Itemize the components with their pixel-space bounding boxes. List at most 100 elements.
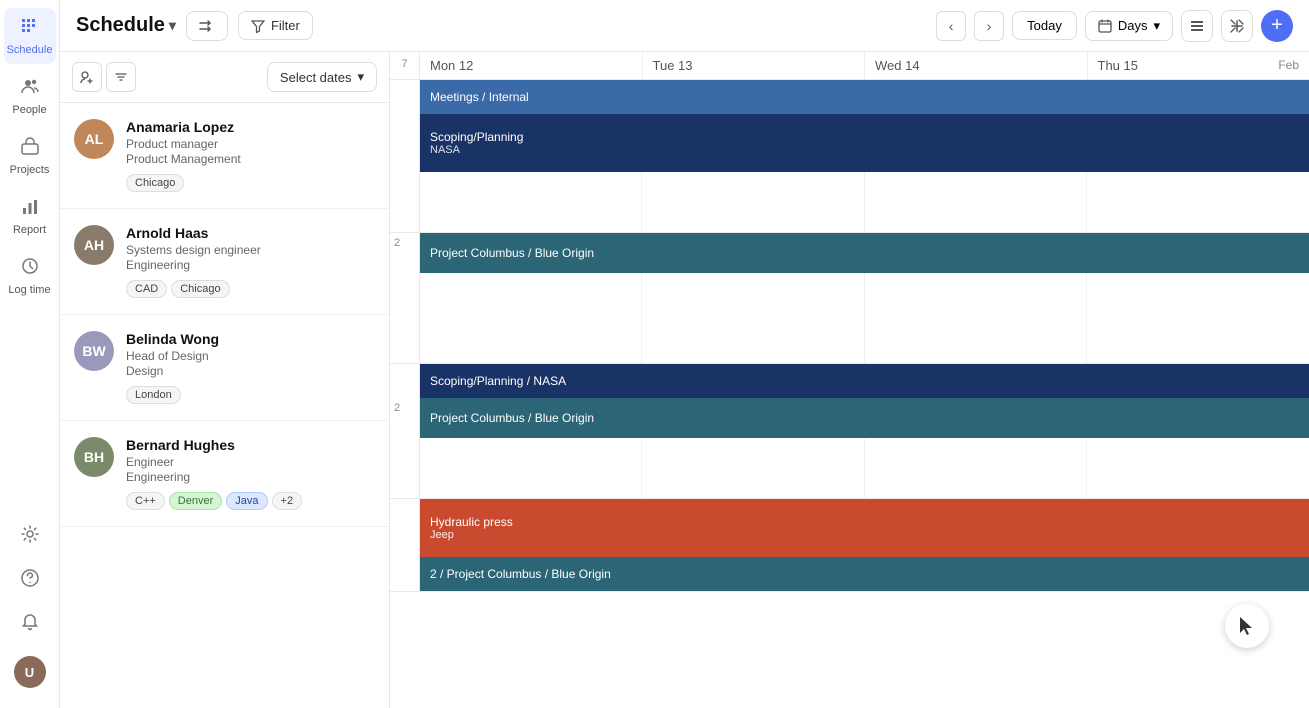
user-avatar-nav[interactable]: U bbox=[4, 648, 56, 696]
person-tags-anamaria: Chicago bbox=[126, 174, 375, 192]
tag-more-bernard: +2 bbox=[272, 492, 303, 510]
event-bar-columbus2[interactable]: Project Columbus / Blue Origin bbox=[420, 398, 1309, 438]
event-row-empty1 bbox=[390, 172, 1309, 232]
event-row-meetings: Meetings / Internal bbox=[390, 80, 1309, 114]
empty-cell bbox=[420, 273, 642, 363]
tag-chicago-arnold: Chicago bbox=[171, 280, 229, 298]
tag-denver-bernard: Denver bbox=[169, 492, 222, 510]
page-title: Schedule ▾ bbox=[76, 14, 176, 37]
event-bar-scoping[interactable]: Scoping/Planning NASA bbox=[420, 114, 1309, 172]
header-right: ‹ › Today Days ▾ bbox=[936, 10, 1293, 42]
days-chevron-icon: ▾ bbox=[1153, 18, 1160, 34]
sidebar-item-projects[interactable]: Projects bbox=[4, 128, 56, 184]
event-sub-jeep: Jeep bbox=[430, 529, 1299, 541]
event-row-columbus2: 2 Project Columbus / Blue Origin bbox=[390, 398, 1309, 438]
today-button[interactable]: Today bbox=[1012, 11, 1077, 40]
settings-btn[interactable] bbox=[4, 516, 56, 556]
filter-button[interactable]: Filter bbox=[238, 11, 313, 40]
event-bar-columbus1[interactable]: Project Columbus / Blue Origin bbox=[420, 233, 1309, 273]
shuffle-button[interactable] bbox=[186, 11, 228, 41]
people-list: AL Anamaria Lopez Product manager Produc… bbox=[60, 103, 389, 708]
sidebar-item-schedule[interactable]: Schedule bbox=[4, 8, 56, 64]
week-cell-spacer4 bbox=[390, 273, 420, 363]
event-label-columbus3: 2 / Project Columbus / Blue Origin bbox=[430, 567, 611, 581]
avatar-anamaria: AL bbox=[74, 119, 114, 159]
week-cell-spacer6 bbox=[390, 438, 420, 498]
event-label-columbus2: Project Columbus / Blue Origin bbox=[430, 411, 594, 425]
person-item-arnold[interactable]: AH Arnold Haas Systems design engineer E… bbox=[60, 209, 389, 315]
schedule-icon bbox=[20, 16, 40, 40]
event-bar-scoping2[interactable]: Scoping/Planning / NASA bbox=[420, 364, 1309, 398]
person-role-belinda: Head of Design bbox=[126, 349, 375, 363]
help-icon bbox=[20, 568, 40, 592]
help-btn[interactable] bbox=[4, 560, 56, 600]
feb-label: Feb bbox=[1278, 58, 1299, 73]
person-item-anamaria[interactable]: AL Anamaria Lopez Product manager Produc… bbox=[60, 103, 389, 209]
person-name-anamaria: Anamaria Lopez bbox=[126, 119, 375, 135]
next-button[interactable]: › bbox=[974, 11, 1004, 41]
empty-cell bbox=[642, 172, 864, 232]
filter-icon bbox=[251, 19, 265, 33]
expand-icon bbox=[1229, 18, 1245, 34]
person-item-bernard[interactable]: BH Bernard Hughes Engineer Engineering C… bbox=[60, 421, 389, 527]
sidebar-item-label-logtime: Log time bbox=[8, 284, 50, 296]
event-bar-hydraulic[interactable]: Hydraulic press Jeep bbox=[420, 499, 1309, 557]
add-button[interactable]: + bbox=[1261, 10, 1293, 42]
add-person-button[interactable] bbox=[72, 62, 102, 92]
person-dept-bernard: Engineering bbox=[126, 470, 375, 484]
event-bar-columbus3[interactable]: 2 / Project Columbus / Blue Origin bbox=[420, 557, 1309, 591]
avatar-bernard: BH bbox=[74, 437, 114, 477]
shuffle-icon bbox=[199, 18, 215, 34]
gear-icon bbox=[20, 524, 40, 548]
people-icon bbox=[20, 76, 40, 100]
schedule-row-belinda: Scoping/Planning / NASA 2 Project Columb… bbox=[390, 364, 1309, 499]
expand-button[interactable] bbox=[1221, 10, 1253, 42]
select-dates-button[interactable]: Select dates ▾ bbox=[267, 62, 377, 92]
sidebar-item-label-schedule: Schedule bbox=[7, 44, 53, 56]
logtime-icon bbox=[20, 256, 40, 280]
person-info-arnold: Arnold Haas Systems design engineer Engi… bbox=[126, 225, 375, 298]
week-header: 7 Mon 12 Tue 13 Wed 14 Thu 15 Feb bbox=[390, 52, 1309, 80]
notifications-btn[interactable] bbox=[4, 604, 56, 644]
event-bar-meetings[interactable]: Meetings / Internal bbox=[420, 80, 1309, 114]
schedule-row-bernard: Hydraulic press Jeep 2 / Project Columbu… bbox=[390, 499, 1309, 592]
person-name-bernard: Bernard Hughes bbox=[126, 437, 375, 453]
main-content: Schedule ▾ Filter ‹ › Today Days bbox=[60, 0, 1309, 708]
day-header-mon: Mon 12 bbox=[420, 52, 643, 79]
day-header-tue: Tue 13 bbox=[643, 52, 866, 79]
event-label-columbus1: Project Columbus / Blue Origin bbox=[430, 246, 594, 260]
people-actions bbox=[72, 62, 136, 92]
prev-button[interactable]: ‹ bbox=[936, 11, 966, 41]
person-info-bernard: Bernard Hughes Engineer Engineering C++ … bbox=[126, 437, 375, 510]
tag-cpp-bernard: C++ bbox=[126, 492, 165, 510]
empty-cell bbox=[865, 438, 1087, 498]
report-icon bbox=[20, 196, 40, 220]
person-role-arnold: Systems design engineer bbox=[126, 243, 375, 257]
person-info-belinda: Belinda Wong Head of Design Design Londo… bbox=[126, 331, 375, 404]
title-chevron-icon: ▾ bbox=[169, 17, 176, 34]
person-item-belinda[interactable]: BW Belinda Wong Head of Design Design Lo… bbox=[60, 315, 389, 421]
week-num-2b: 2 bbox=[390, 398, 420, 438]
schedule-row-anamaria: Meetings / Internal Scoping/Planning NAS… bbox=[390, 80, 1309, 233]
sidebar-item-label-people: People bbox=[12, 104, 46, 116]
schedule-grid: Meetings / Internal Scoping/Planning NAS… bbox=[390, 80, 1309, 708]
tag-chicago-anamaria: Chicago bbox=[126, 174, 184, 192]
sort-button[interactable] bbox=[106, 62, 136, 92]
person-tags-belinda: London bbox=[126, 386, 375, 404]
sidebar-item-logtime[interactable]: Log time bbox=[4, 248, 56, 304]
body-area: Select dates ▾ AL Anamaria Lopez Product… bbox=[60, 52, 1309, 708]
event-row-empty3 bbox=[390, 438, 1309, 498]
list-view-button[interactable] bbox=[1181, 10, 1213, 42]
week-num-2: 2 bbox=[390, 233, 420, 273]
list-view-icon bbox=[1189, 18, 1205, 34]
schedule-row-arnold: 2 Project Columbus / Blue Origin bbox=[390, 233, 1309, 364]
cursor-icon bbox=[1236, 615, 1258, 637]
event-row-hydraulic: Hydraulic press Jeep bbox=[390, 499, 1309, 557]
sidebar-item-report[interactable]: Report bbox=[4, 188, 56, 244]
person-dept-belinda: Design bbox=[126, 364, 375, 378]
event-sub-nasa: NASA bbox=[430, 144, 1299, 156]
days-button[interactable]: Days ▾ bbox=[1085, 11, 1173, 41]
sidebar-item-people[interactable]: People bbox=[4, 68, 56, 124]
event-row-columbus1: 2 Project Columbus / Blue Origin bbox=[390, 233, 1309, 273]
person-role-bernard: Engineer bbox=[126, 455, 375, 469]
